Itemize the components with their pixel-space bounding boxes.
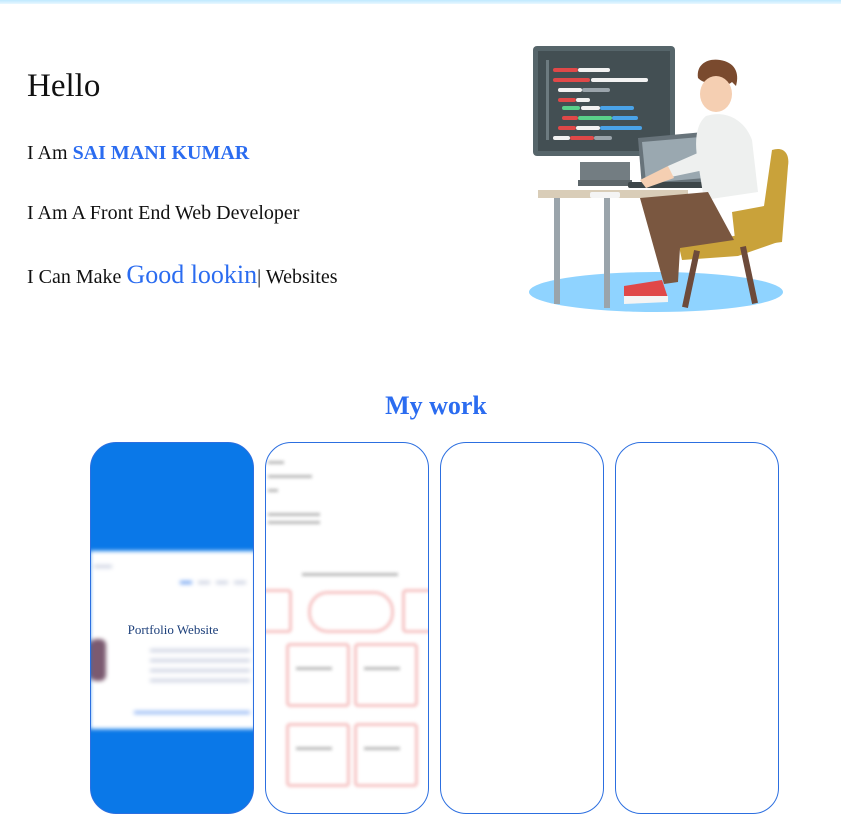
my-work-heading: My work bbox=[385, 391, 487, 420]
hero-greeting: Hello bbox=[27, 68, 101, 104]
hero-typed-line: I Can Make Good lookin| Websites bbox=[27, 262, 338, 290]
project-card-2[interactable] bbox=[265, 442, 429, 814]
make-suffix: Websites bbox=[261, 266, 338, 288]
intro-prefix: I Am bbox=[27, 142, 73, 164]
project-preview-blurred bbox=[266, 443, 428, 813]
card-title: Portfolio Website bbox=[127, 622, 219, 637]
developer-illustration bbox=[529, 46, 789, 312]
top-accent-bar bbox=[0, 0, 841, 4]
hero-intro: I Am SAI MANI KUMAR bbox=[27, 140, 249, 166]
project-card-4[interactable] bbox=[615, 442, 779, 814]
typed-text: Good lookin bbox=[126, 260, 258, 289]
make-prefix: I Can Make bbox=[27, 266, 127, 288]
project-card-3[interactable] bbox=[440, 442, 604, 814]
developer-name: SAI MANI KUMAR bbox=[72, 142, 250, 164]
portfolio-preview bbox=[91, 551, 253, 729]
hero-role: I Am A Front End Web Developer bbox=[27, 202, 300, 224]
project-card-portfolio[interactable]: Portfolio Website bbox=[90, 442, 254, 814]
